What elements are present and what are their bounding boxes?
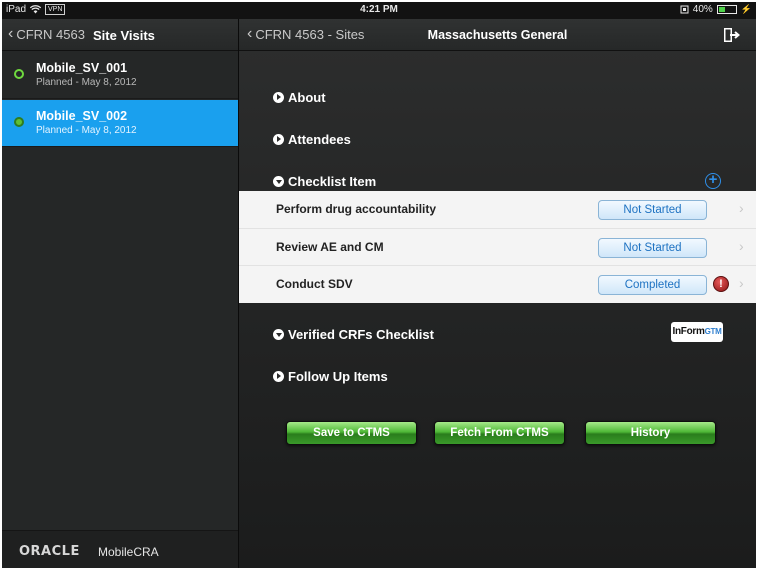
site-visit-detail-pane: ‹ CFRN 4563 - Sites Massachusetts Genera…	[239, 19, 756, 568]
section-label: Verified CRFs Checklist	[288, 326, 434, 342]
right-nav-title: Massachusetts General	[427, 28, 568, 42]
chevron-right-icon[interactable]: ›	[739, 200, 744, 216]
app-footer: ORACLE MobileCRA	[2, 530, 238, 568]
section-about[interactable]: About	[273, 87, 326, 107]
checklist-panel: Perform drug accountability Not Started …	[239, 191, 756, 303]
status-button[interactable]: Not Started	[598, 200, 707, 220]
section-verified-crfs[interactable]: Verified CRFs Checklist	[273, 324, 434, 344]
section-label: Follow Up Items	[288, 368, 388, 384]
fetch-from-ctms-button[interactable]: Fetch From CTMS	[434, 421, 565, 445]
battery-icon	[716, 5, 737, 14]
section-attendees[interactable]: Attendees	[273, 129, 351, 149]
status-button[interactable]: Completed	[598, 275, 707, 295]
battery-percent: 40%	[692, 4, 713, 15]
expand-arrow-icon	[273, 370, 284, 382]
site-visits-pane: ‹ CFRN 4563 Site Visits Mobile_SV_001 Pl…	[2, 19, 238, 568]
inform-logo-suffix: GTM	[704, 327, 722, 336]
visit-subtitle: Planned - May 8, 2012	[36, 125, 137, 136]
collapse-arrow-icon	[273, 328, 284, 340]
status-button[interactable]: Not Started	[598, 238, 707, 258]
visit-name: Mobile_SV_001	[36, 61, 128, 75]
add-checklist-item-icon[interactable]: +	[705, 172, 721, 189]
inform-logo-text: InForm	[672, 326, 705, 337]
inform-gtm-logo[interactable]: InFormGTM	[671, 322, 723, 342]
back-button-cfrn[interactable]: ‹ CFRN 4563	[8, 26, 85, 42]
visit-list-item[interactable]: Mobile_SV_001 Planned - May 8, 2012	[2, 52, 238, 99]
expand-arrow-icon	[273, 133, 284, 145]
visit-name: Mobile_SV_002	[36, 109, 128, 123]
checklist-item-label: Conduct SDV	[276, 277, 353, 291]
left-nav-bar: ‹ CFRN 4563 Site Visits	[2, 19, 238, 51]
section-label: About	[288, 89, 326, 105]
section-follow-up[interactable]: Follow Up Items	[273, 366, 388, 386]
charging-icon: ⚡	[740, 4, 752, 14]
checklist-row[interactable]: Review AE and CM Not Started ›	[239, 228, 756, 265]
section-label: Checklist Item	[288, 173, 377, 189]
visit-list-item-selected[interactable]: Mobile_SV_002 Planned - May 8, 2012	[2, 100, 238, 147]
orientation-lock-icon	[680, 5, 689, 14]
checklist-item-label: Perform drug accountability	[276, 202, 437, 216]
exit-icon[interactable]	[722, 27, 740, 43]
collapse-arrow-icon	[273, 175, 284, 187]
expand-arrow-icon	[273, 91, 284, 103]
status-right: 40% ⚡	[680, 4, 752, 15]
alert-icon[interactable]: !	[713, 276, 729, 292]
history-button[interactable]: History	[585, 421, 716, 445]
checklist-row[interactable]: Conduct SDV Completed ! ›	[239, 265, 756, 302]
checklist-row[interactable]: Perform drug accountability Not Started …	[239, 191, 756, 228]
oracle-logo: ORACLE	[19, 544, 80, 559]
right-nav-bar: ‹ CFRN 4563 - Sites Massachusetts Genera…	[239, 19, 756, 51]
section-checklist[interactable]: Checklist Item	[273, 171, 376, 191]
product-name: MobileCRA	[98, 545, 159, 559]
back-label: CFRN 4563	[16, 26, 85, 42]
status-ring-icon	[14, 69, 24, 79]
checklist-item-label: Review AE and CM	[276, 240, 384, 254]
status-time: 4:21 PM	[360, 4, 398, 15]
left-nav-title: Site Visits	[93, 28, 155, 43]
visit-subtitle: Planned - May 8, 2012	[36, 77, 137, 88]
chevron-right-icon[interactable]: ›	[739, 275, 744, 291]
chevron-left-icon: ‹	[8, 25, 14, 42]
chevron-right-icon[interactable]: ›	[739, 238, 744, 254]
save-to-ctms-button[interactable]: Save to CTMS	[286, 421, 417, 445]
battery-fill	[718, 7, 725, 12]
status-bar: iPad VPN 4:21 PM 40% ⚡	[2, 2, 756, 19]
ipad-screen: iPad VPN 4:21 PM 40% ⚡ ‹ CFRN 4563 Site …	[2, 2, 756, 568]
section-label: Attendees	[288, 131, 351, 147]
status-dot-icon	[14, 117, 24, 127]
